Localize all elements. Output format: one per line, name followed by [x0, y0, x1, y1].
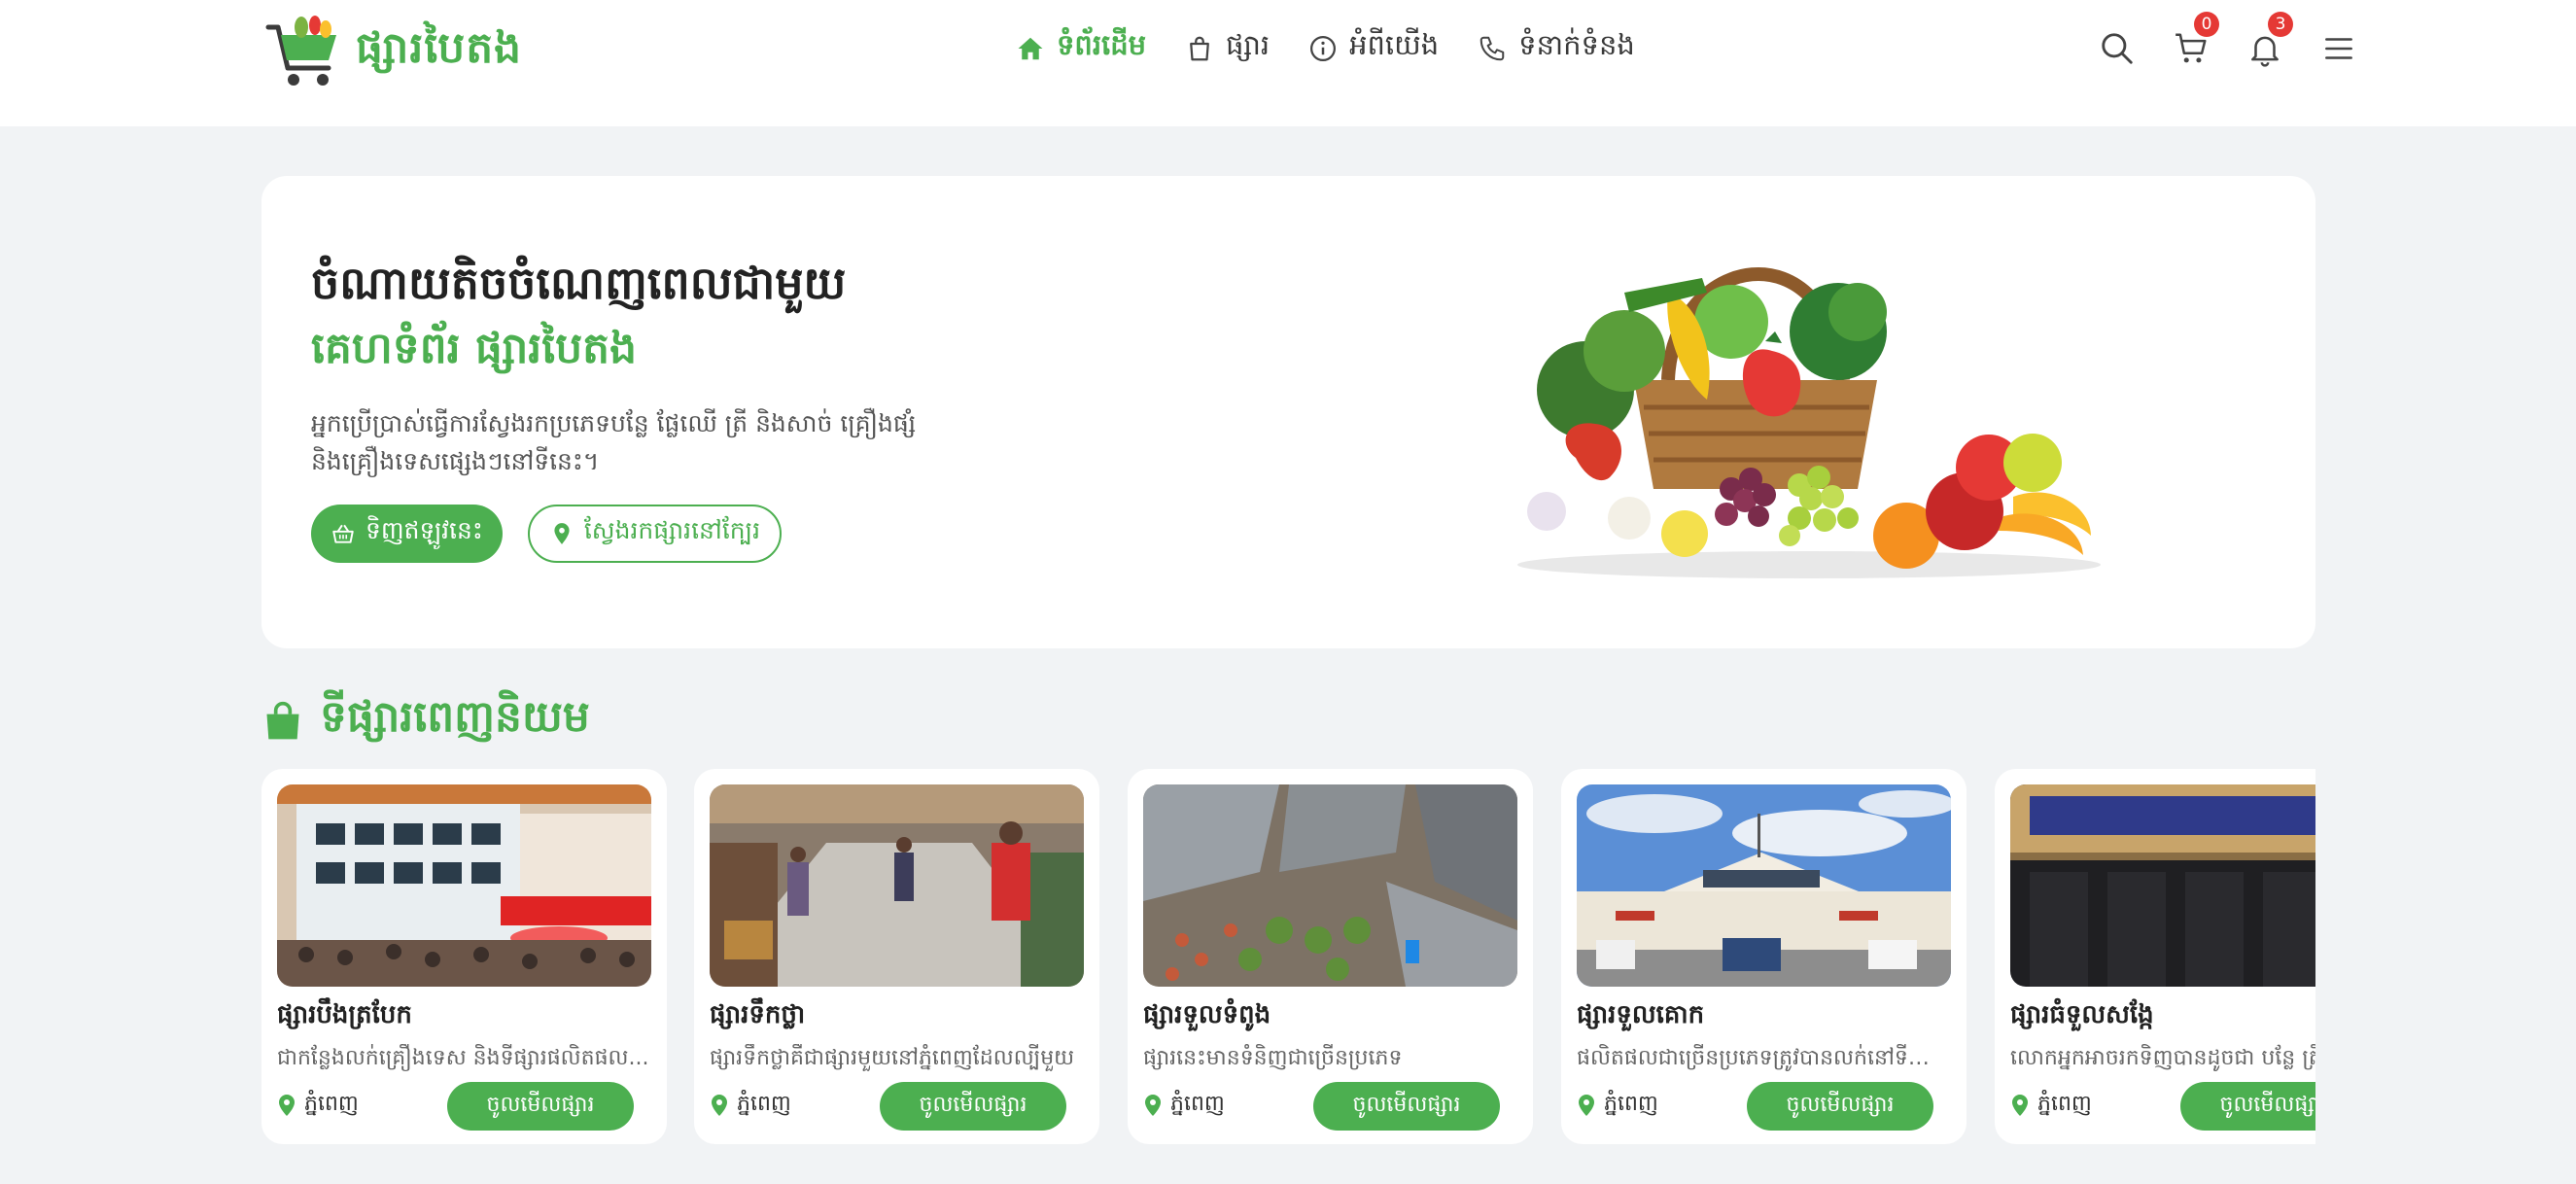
- nav-about[interactable]: អំពីយើង: [1308, 25, 1439, 72]
- view-market-button[interactable]: ចូលមើលផ្សារ: [447, 1082, 634, 1131]
- search-icon: [2102, 33, 2133, 64]
- map-pin-icon: [712, 1095, 727, 1116]
- market-name: ផ្សារធំទួលសង្កែ: [2010, 1000, 2154, 1029]
- hero-subtitle: គេហទំព័រ ផ្សារបៃតង: [311, 324, 638, 373]
- map-pin-icon: [1145, 1095, 1161, 1116]
- popular-markets-heading: ទីផ្សារពេញនិយម: [261, 690, 590, 752]
- map-pin-icon: [554, 523, 570, 544]
- map-pin-icon: [279, 1095, 295, 1116]
- market-card: ផ្សារទឹកថ្លា ផ្សារទឹកថ្លាគឺជាផ្សារមួយនៅភ…: [694, 769, 1099, 1144]
- popular-markets-title: ទីផ្សារពេញនិយម: [320, 692, 590, 742]
- brand-logo[interactable]: ផ្សារបៃតង: [264, 14, 522, 91]
- info-icon: [1310, 36, 1337, 61]
- market-location: ភ្នំពេញ: [1577, 1090, 1658, 1121]
- nav-home[interactable]: ទំព័រដើម: [1016, 25, 1146, 72]
- header-tools: 0 3: [2095, 12, 2361, 76]
- market-photo: [2010, 784, 2315, 987]
- nav-market[interactable]: ផ្សារ: [1185, 25, 1270, 72]
- market-location: ភ្នំពេញ: [1143, 1090, 1225, 1121]
- market-name: ផ្សារទួលគោក: [1577, 1000, 1705, 1029]
- view-market-button[interactable]: ចូលមើលផ្សារ: [1747, 1082, 1933, 1131]
- market-card: ផ្សារធំទួលសង្កែ លោកអ្នកអាចរកទិញបានដូចជា …: [1995, 769, 2315, 1144]
- market-location: ភ្នំពេញ: [710, 1090, 791, 1121]
- market-name: ផ្សារទឹកថ្លា: [710, 1000, 806, 1029]
- market-description: ជាកន្លែងលក់គ្រឿងទេស និងទីផ្សារផលិតផល...: [277, 1046, 649, 1070]
- market-photo-image: [2010, 784, 2315, 987]
- hamburger-menu-icon: [2325, 38, 2352, 59]
- vegetable-basket-image: [1517, 267, 2101, 578]
- market-location-label: ភ្នំពេញ: [737, 1092, 791, 1116]
- find-nearby-market-button[interactable]: ស្វែងរកផ្សារនៅក្បែរ: [527, 505, 783, 563]
- market-name: ផ្សារបឹងត្របែក: [277, 1000, 412, 1029]
- shopping-bag-icon: [266, 701, 299, 740]
- top-header: ផ្សារបៃតង ទំព័រដើម ផ្សារ អំពីយើង ទំនាក់ទ…: [0, 0, 2576, 126]
- market-card: ផ្សារបឹងត្របែក ជាកន្លែងលក់គ្រឿងទេស និងទី…: [261, 769, 667, 1144]
- nav-home-label: ទំព័រដើម: [1057, 28, 1147, 61]
- market-name: ផ្សារទួលទំពូង: [1143, 1000, 1271, 1029]
- notification-button[interactable]: 3: [2243, 12, 2293, 76]
- hero-title: ចំណាយតិចចំណេញពេលជាមួយ: [311, 257, 847, 309]
- market-description: ផ្សារទឹកថ្លាគឺជាផ្សារមួយនៅភ្នំពេញដែលល្បី…: [710, 1046, 1075, 1070]
- market-description: ផ្សារនេះមានទំនិញជាច្រើនប្រភេទ: [1143, 1046, 1403, 1070]
- cart-logo-icon: [265, 16, 336, 86]
- market-description: លោកអ្នកអាចរកទិញបានដូចជា បន្លែ ត្រី: [2010, 1046, 2315, 1070]
- view-market-button[interactable]: ចូលមើលផ្សារ: [880, 1082, 1066, 1131]
- home-icon: [1018, 37, 1043, 60]
- cart-button[interactable]: 0: [2169, 12, 2219, 76]
- view-market-button[interactable]: ចូលមើលផ្សារ: [2180, 1082, 2315, 1131]
- main-nav: ទំព័រដើម ផ្សារ អំពីយើង ទំនាក់ទំនង: [1016, 25, 1635, 72]
- market-photo-image: [1577, 784, 1951, 987]
- market-photo: [710, 784, 1084, 987]
- market-card-list: ផ្សារបឹងត្របែក ជាកន្លែងលក់គ្រឿងទេស និងទី…: [261, 769, 2315, 1148]
- map-pin-icon: [2012, 1095, 2028, 1116]
- market-card: ផ្សារទួលគោក ផលិតផលជាច្រើនប្រភេទត្រូវបានល…: [1561, 769, 1967, 1144]
- market-photo-image: [1143, 784, 1517, 987]
- menu-button[interactable]: [2316, 21, 2361, 76]
- nav-market-label: ផ្សារ: [1226, 28, 1271, 61]
- hero-description-line-2: និងគ្រឿងទេសផ្សេងៗនៅទីនេះ។: [311, 447, 600, 475]
- nav-contact[interactable]: ទំនាក់ទំនង: [1478, 25, 1635, 72]
- hero-buttons: ទិញឥឡូវនេះ ស្វែងរកផ្សារនៅក្បែរ: [311, 505, 783, 563]
- nav-about-label: អំពីយើង: [1349, 28, 1440, 61]
- hero-description: អ្នកប្រើប្រាស់ធ្វើការស្វែងរកប្រភេទបន្លែ …: [311, 404, 953, 480]
- search-button[interactable]: [2095, 21, 2140, 76]
- market-description: ផលិតផលជាច្រើនប្រភេទត្រូវបានលក់នៅទីនេះ។: [1577, 1046, 1951, 1070]
- market-photo-image: [277, 784, 651, 987]
- brand-name: ផ្សារបៃតង: [356, 23, 523, 73]
- find-nearby-market-label: ស្វែងរកផ្សារនៅក្បែរ: [583, 517, 761, 544]
- basket-icon: [332, 524, 354, 543]
- market-photo: [1577, 784, 1951, 987]
- hero-banner: ចំណាយតិចចំណេញពេលជាមួយ គេហទំព័រ ផ្សារបៃតង…: [261, 176, 2315, 648]
- map-pin-icon: [1579, 1095, 1594, 1116]
- nav-contact-label: ទំនាក់ទំនង: [1518, 28, 1635, 61]
- market-photo-image: [710, 784, 1084, 987]
- buy-now-label: ទិញឥឡូវនេះ: [366, 517, 483, 544]
- market-photo: [277, 784, 651, 987]
- view-market-button[interactable]: ចូលមើលផ្សារ: [1313, 1082, 1500, 1131]
- market-location-label: ភ្នំពេញ: [2037, 1092, 2092, 1116]
- notification-count-badge: 3: [2268, 12, 2293, 37]
- market-location-label: ភ្នំពេញ: [1170, 1092, 1225, 1116]
- cart-count-badge: 0: [2194, 12, 2219, 37]
- market-location: ភ្នំពេញ: [2010, 1090, 2092, 1121]
- market-photo: [1143, 784, 1517, 987]
- bag-icon: [1190, 36, 1209, 61]
- market-location: ភ្នំពេញ: [277, 1090, 359, 1121]
- hero-description-line-1: អ្នកប្រើប្រាស់ធ្វើការស្វែងរកប្រភេទបន្លែ …: [311, 409, 917, 437]
- phone-icon: [1479, 36, 1505, 61]
- market-card: ផ្សារទួលទំពូង ផ្សារនេះមានទំនិញជាច្រើនប្រ…: [1128, 769, 1533, 1144]
- market-location-label: ភ្នំពេញ: [304, 1092, 359, 1116]
- market-location-label: ភ្នំពេញ: [1604, 1092, 1658, 1116]
- buy-now-button[interactable]: ទិញឥឡូវនេះ: [311, 505, 503, 563]
